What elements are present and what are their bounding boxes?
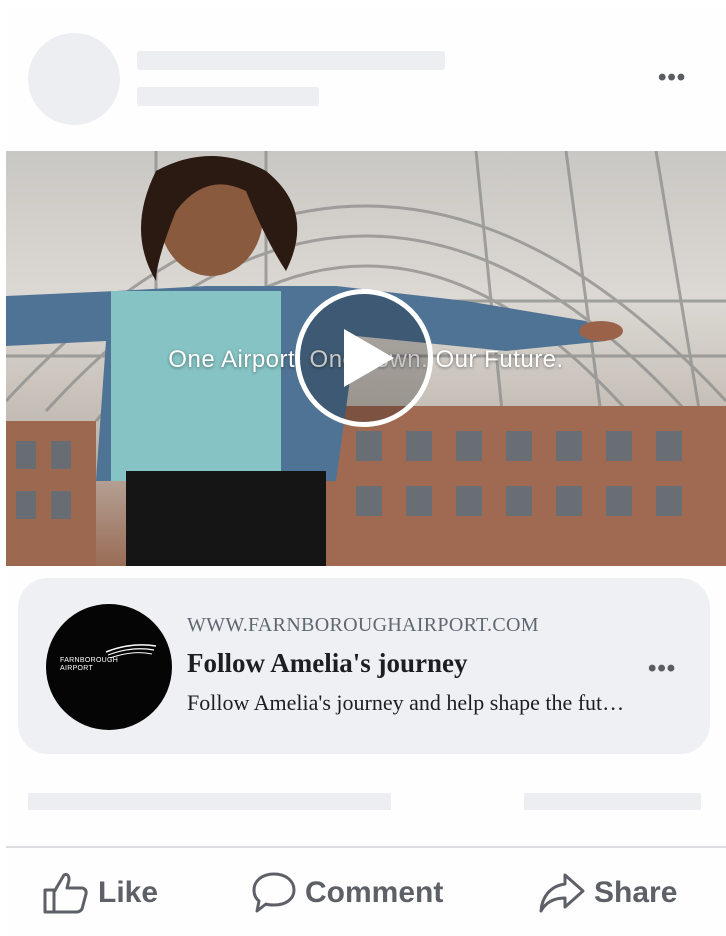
link-description: Follow Amelia's journey and help shape t… xyxy=(187,690,627,715)
play-icon xyxy=(344,329,394,387)
farnborough-airport-logo: FARNBOROUGH AIRPORT xyxy=(46,604,172,730)
thumbs-up-icon xyxy=(43,873,88,914)
author-name-placeholder xyxy=(137,51,445,70)
share-button[interactable]: Share xyxy=(538,868,677,918)
post-time-placeholder xyxy=(137,87,319,106)
link-title[interactable]: Follow Amelia's journey xyxy=(187,648,627,679)
share-label: Share xyxy=(594,876,678,909)
link-more-icon[interactable]: ••• xyxy=(648,657,676,681)
feed-post: ••• One Airport. One Town. Our Future. F… xyxy=(6,8,726,936)
reactions-placeholder xyxy=(28,793,391,810)
logo-line-1: FARNBOROUGH xyxy=(60,657,119,664)
logo-wordmark: FARNBOROUGH AIRPORT xyxy=(60,657,130,673)
link-url[interactable]: WWW.FARNBOROUGHAIRPORT.COM xyxy=(187,614,627,637)
post-more-icon[interactable]: ••• xyxy=(658,66,686,90)
comments-count-placeholder xyxy=(524,793,701,810)
play-button[interactable] xyxy=(295,289,433,427)
comment-icon xyxy=(252,872,296,913)
comment-label: Comment xyxy=(305,876,444,909)
avatar-placeholder xyxy=(28,33,120,125)
like-label: Like xyxy=(98,876,159,909)
video-player[interactable]: One Airport. One Town. Our Future. xyxy=(6,151,726,566)
logo-line-2: AIRPORT xyxy=(60,665,94,672)
share-icon xyxy=(539,873,585,913)
comment-button[interactable]: Comment xyxy=(251,868,443,918)
like-button[interactable]: Like xyxy=(42,868,158,918)
link-preview[interactable]: FARNBOROUGH AIRPORT WWW.FARNBOROUGHAIRPO… xyxy=(18,578,710,754)
action-divider xyxy=(6,846,726,848)
